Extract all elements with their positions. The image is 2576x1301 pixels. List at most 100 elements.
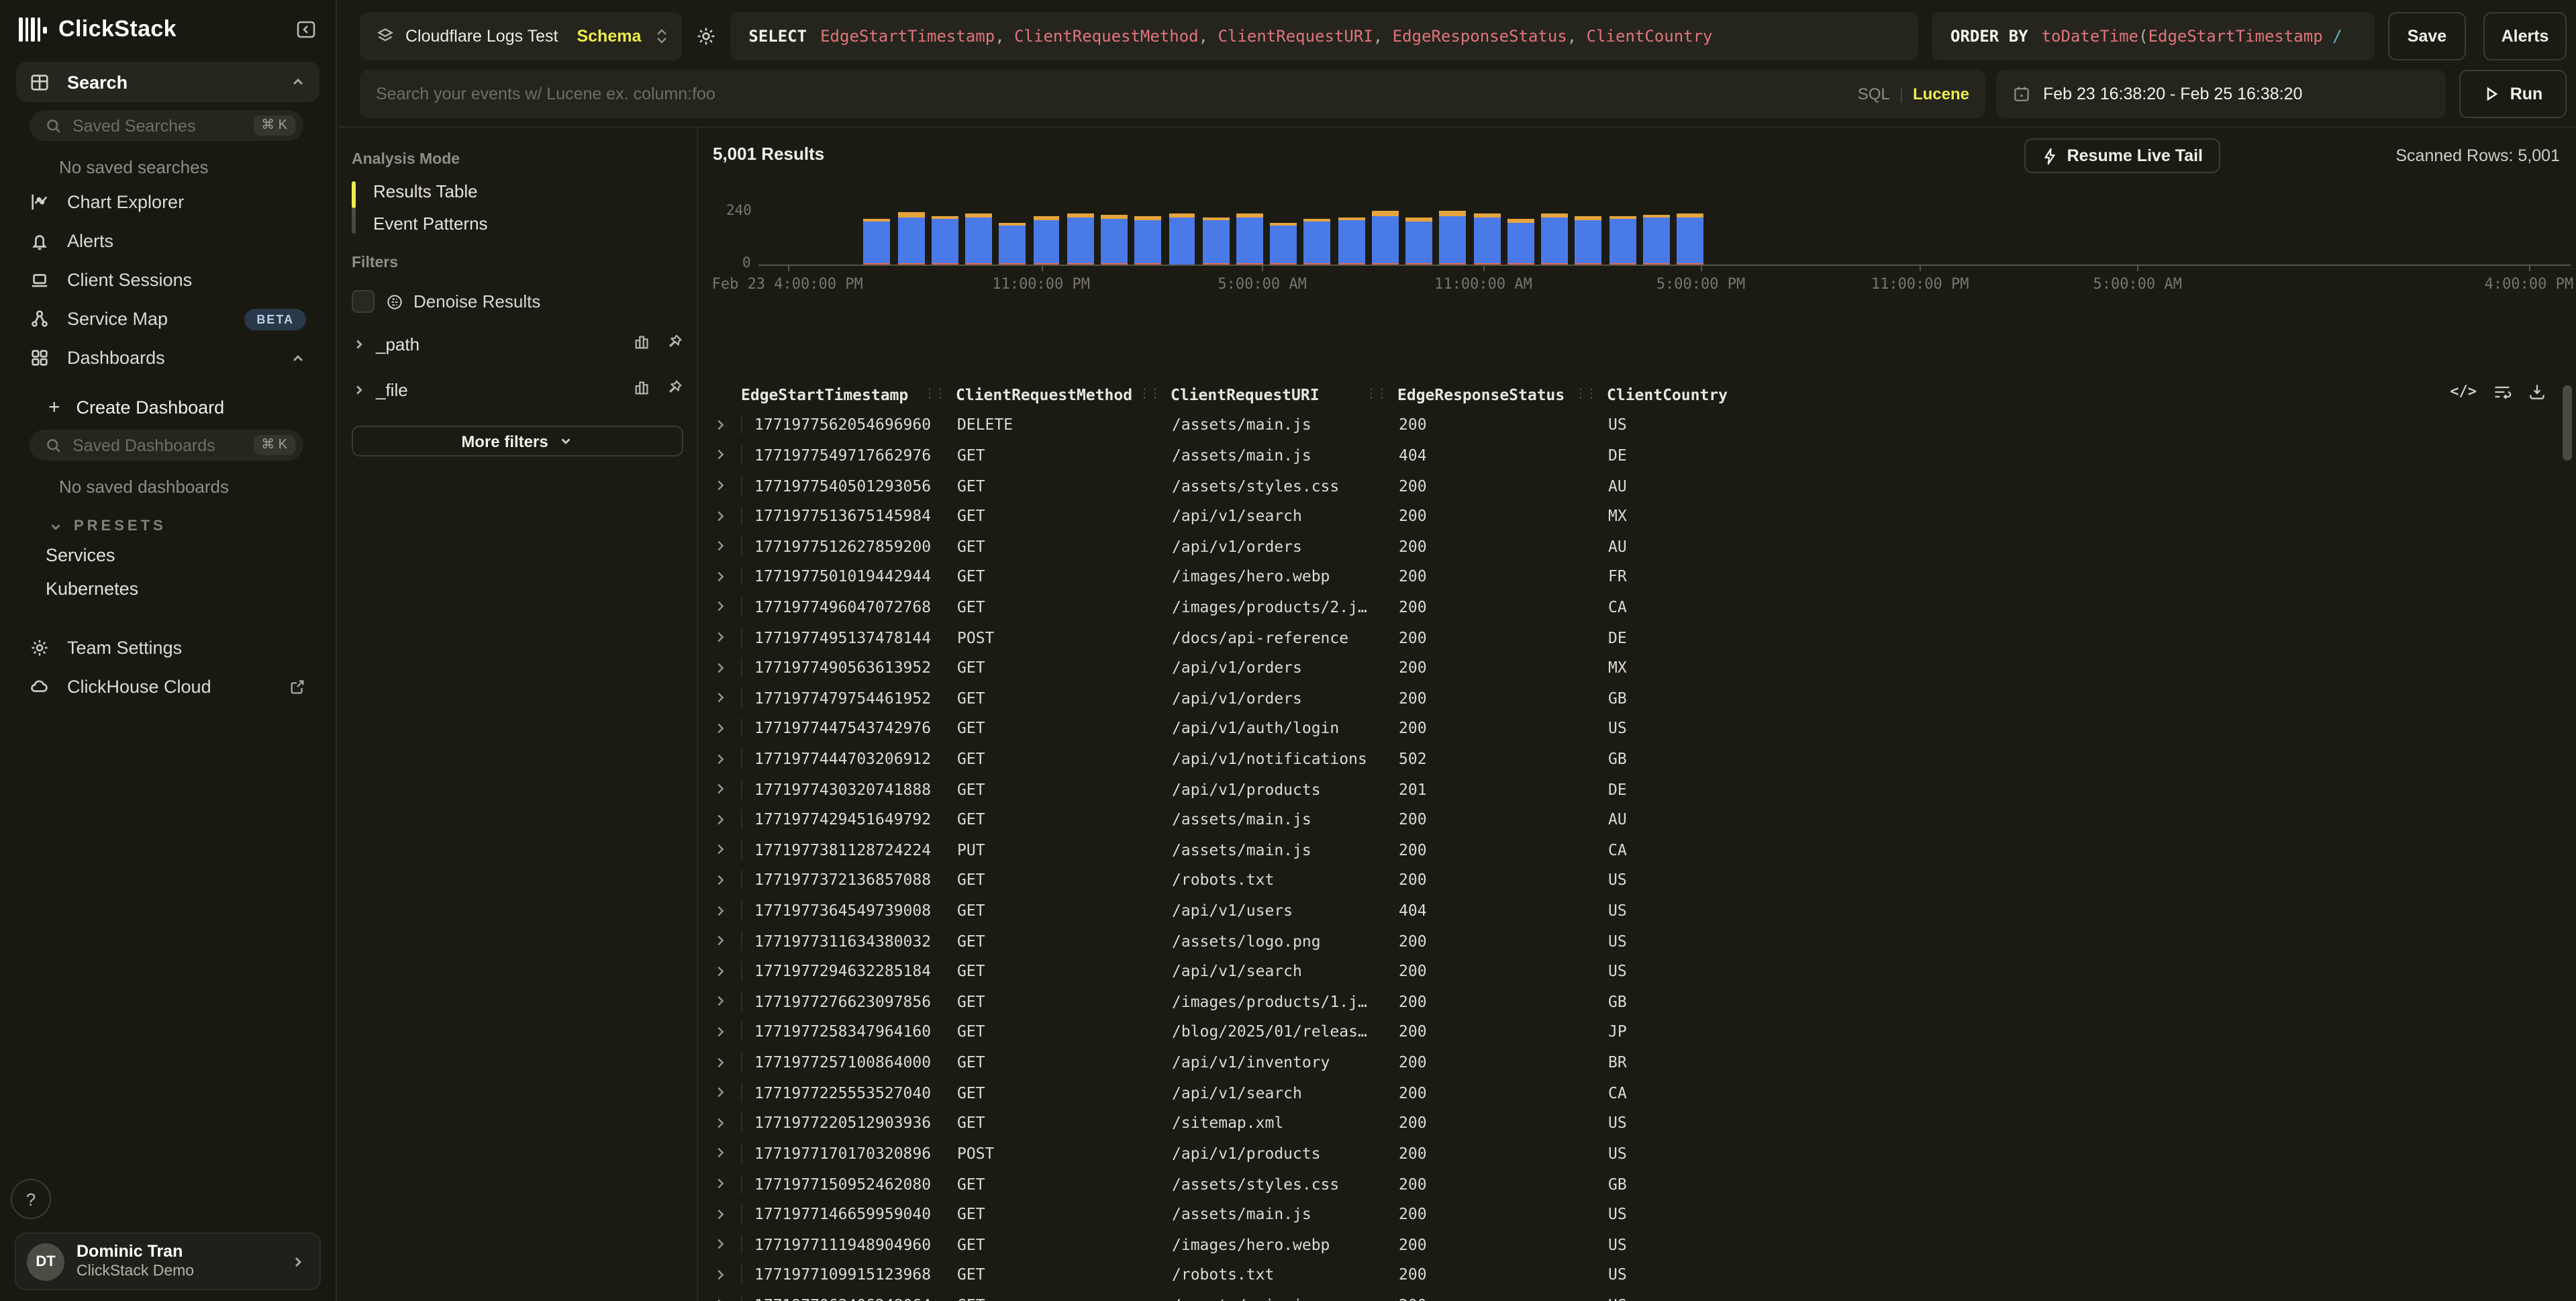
histogram-bar[interactable] xyxy=(1033,216,1060,264)
preset-item-services[interactable]: Services xyxy=(16,537,319,571)
histogram-bar[interactable] xyxy=(1338,217,1365,264)
row-expand-chevron-icon[interactable] xyxy=(713,840,742,859)
histogram-bar[interactable] xyxy=(1643,214,1670,264)
bar-chart-icon[interactable] xyxy=(634,379,651,400)
row-expand-chevron-icon[interactable] xyxy=(713,901,742,920)
sidebar-item-chart-explorer[interactable]: Chart Explorer xyxy=(16,183,319,222)
column-resize-handle-icon[interactable]: ⋮⋮ xyxy=(1575,388,1596,401)
filter-field-file[interactable]: _file xyxy=(352,367,683,412)
sidebar-item-dashboards[interactable]: Dashboards xyxy=(16,338,319,377)
preset-item-kubernetes[interactable]: Kubernetes xyxy=(16,571,319,604)
histogram-bar[interactable] xyxy=(1304,218,1331,264)
histogram-bar[interactable] xyxy=(897,213,924,264)
histogram-bar[interactable] xyxy=(932,215,958,264)
sidebar-item-service-map[interactable]: Service Map BETA xyxy=(16,299,319,338)
row-expand-chevron-icon[interactable] xyxy=(713,567,742,586)
row-expand-chevron-icon[interactable] xyxy=(713,779,742,798)
table-row[interactable]: 1771977479754461952 GET /api/v1/orders 2… xyxy=(713,683,2557,713)
table-row[interactable]: 1771977111948904960 GET /images/hero.web… xyxy=(713,1229,2557,1259)
row-expand-chevron-icon[interactable] xyxy=(713,1114,742,1133)
table-row[interactable]: 1771977501019442944 GET /images/hero.web… xyxy=(713,561,2557,591)
date-range-picker[interactable]: Feb 23 16:38:20 - Feb 25 16:38:20 xyxy=(1996,70,2446,118)
schema-link[interactable]: Schema xyxy=(577,27,641,46)
table-row[interactable]: 1771977562054696960 DELETE /assets/main.… xyxy=(713,409,2557,440)
mode-event-patterns[interactable]: Event Patterns xyxy=(373,213,488,234)
scrollbar-thumb[interactable] xyxy=(2563,385,2572,461)
row-expand-chevron-icon[interactable] xyxy=(713,1265,742,1284)
table-row[interactable]: 1771977490563613952 GET /api/v1/orders 2… xyxy=(713,653,2557,683)
row-expand-chevron-icon[interactable] xyxy=(713,992,742,1011)
event-search-input[interactable]: Search your events w/ Lucene ex. column:… xyxy=(360,70,1985,118)
table-row[interactable]: 1771977381128724224 PUT /assets/main.js … xyxy=(713,834,2557,865)
row-expand-chevron-icon[interactable] xyxy=(713,506,742,525)
table-row[interactable]: 1771977430320741888 GET /api/v1/products… xyxy=(713,774,2557,804)
table-row[interactable]: 1771977444703206912 GET /api/v1/notifica… xyxy=(713,743,2557,773)
sidebar-item-team-settings[interactable]: Team Settings xyxy=(16,628,319,667)
histogram-bar[interactable] xyxy=(1236,214,1263,264)
sidebar-item-search[interactable]: Search xyxy=(16,62,319,102)
histogram-bar[interactable] xyxy=(1541,213,1568,264)
table-row[interactable]: 1771977495137478144 POST /docs/api-refer… xyxy=(713,622,2557,653)
sidebar-collapse-icon[interactable] xyxy=(295,19,317,40)
table-row[interactable]: 1771977276623097856 GET /images/products… xyxy=(713,986,2557,1016)
row-expand-chevron-icon[interactable] xyxy=(713,536,742,555)
table-row[interactable]: 1771977372136857088 GET /robots.txt 200 … xyxy=(713,865,2557,895)
chart-plot[interactable] xyxy=(758,211,2571,264)
histogram-bar[interactable] xyxy=(1609,215,1636,264)
histogram-bar[interactable] xyxy=(1067,213,1094,264)
column-header[interactable]: ClientRequestURI⋮⋮ xyxy=(1171,385,1397,404)
chevron-up-icon[interactable] xyxy=(290,350,306,366)
sidebar-item-client-sessions[interactable]: Client Sessions xyxy=(16,260,319,299)
table-row[interactable]: 1771977447543742976 GET /api/v1/auth/log… xyxy=(713,713,2557,743)
sql-toggle[interactable]: SQL xyxy=(1858,85,1890,103)
table-row[interactable]: 1771977170170320896 POST /api/v1/product… xyxy=(713,1138,2557,1168)
row-expand-chevron-icon[interactable] xyxy=(713,871,742,889)
histogram-bar[interactable] xyxy=(965,214,992,264)
row-expand-chevron-icon[interactable] xyxy=(713,597,742,616)
table-row[interactable]: 1771977513675145984 GET /api/v1/search 2… xyxy=(713,501,2557,531)
vertical-scrollbar[interactable] xyxy=(2563,385,2572,1057)
column-header[interactable]: ClientRequestMethod⋮⋮ xyxy=(956,385,1171,404)
table-row[interactable]: 1771977109915123968 GET /robots.txt 200 … xyxy=(713,1259,2557,1290)
histogram-bar[interactable] xyxy=(864,219,891,264)
resume-live-tail-button[interactable]: Resume Live Tail xyxy=(2024,138,2220,173)
table-row[interactable]: 1771977311634380032 GET /assets/logo.png… xyxy=(713,926,2557,956)
row-expand-chevron-icon[interactable] xyxy=(713,689,742,708)
orderby-clause-input[interactable]: ORDER BY toDateTime(EdgeStartTimestamp / xyxy=(1932,12,2375,60)
table-row[interactable]: 1771977257100864000 GET /api/v1/inventor… xyxy=(713,1047,2557,1077)
row-expand-chevron-icon[interactable] xyxy=(713,628,742,646)
column-resize-handle-icon[interactable]: ⋮⋮ xyxy=(1365,388,1387,401)
table-row[interactable]: 1771977225553527040 GET /api/v1/search 2… xyxy=(713,1077,2557,1108)
histogram-bar[interactable] xyxy=(1440,211,1467,264)
create-dashboard-button[interactable]: + Create Dashboard xyxy=(16,377,319,422)
column-header[interactable]: ClientCountry xyxy=(1607,385,1768,404)
histogram-bar[interactable] xyxy=(1169,213,1195,264)
histogram-bar[interactable] xyxy=(1677,213,1703,264)
row-expand-chevron-icon[interactable] xyxy=(713,1053,742,1071)
bar-chart-icon[interactable] xyxy=(634,333,651,354)
histogram-bar[interactable] xyxy=(1372,211,1399,264)
row-expand-chevron-icon[interactable] xyxy=(713,1144,742,1163)
histogram-bar[interactable] xyxy=(1135,217,1162,264)
row-expand-chevron-icon[interactable] xyxy=(713,416,742,434)
row-expand-chevron-icon[interactable] xyxy=(713,1204,742,1223)
histogram-bar[interactable] xyxy=(1575,217,1602,264)
table-row[interactable]: 1771977294632285184 GET /api/v1/search 2… xyxy=(713,956,2557,986)
table-row[interactable]: 1771977496047072768 GET /images/products… xyxy=(713,591,2557,622)
column-header[interactable]: EdgeStartTimestamp⋮⋮ xyxy=(741,385,956,404)
column-resize-handle-icon[interactable]: ⋮⋮ xyxy=(924,388,945,401)
row-expand-chevron-icon[interactable] xyxy=(713,1235,742,1254)
filter-field-path[interactable]: _path xyxy=(352,321,683,367)
pin-icon[interactable] xyxy=(666,333,683,354)
row-expand-chevron-icon[interactable] xyxy=(713,446,742,465)
sidebar-item-alerts[interactable]: Alerts xyxy=(16,222,319,260)
query-settings-gear-icon[interactable] xyxy=(695,26,716,47)
table-row[interactable]: 1771977364549739008 GET /api/v1/users 40… xyxy=(713,896,2557,926)
table-row[interactable]: 1771977429451649792 GET /assets/main.js … xyxy=(713,804,2557,834)
chevron-up-icon[interactable] xyxy=(290,74,306,90)
row-expand-chevron-icon[interactable] xyxy=(713,1174,742,1193)
row-expand-chevron-icon[interactable] xyxy=(713,1083,742,1102)
saved-dashboards-input[interactable]: Saved Dashboards ⌘ K xyxy=(30,430,303,461)
table-row[interactable]: 1771977146659959040 GET /assets/main.js … xyxy=(713,1199,2557,1229)
table-row[interactable]: 1771977063406248064 GET /assets/main.js … xyxy=(713,1290,2557,1301)
